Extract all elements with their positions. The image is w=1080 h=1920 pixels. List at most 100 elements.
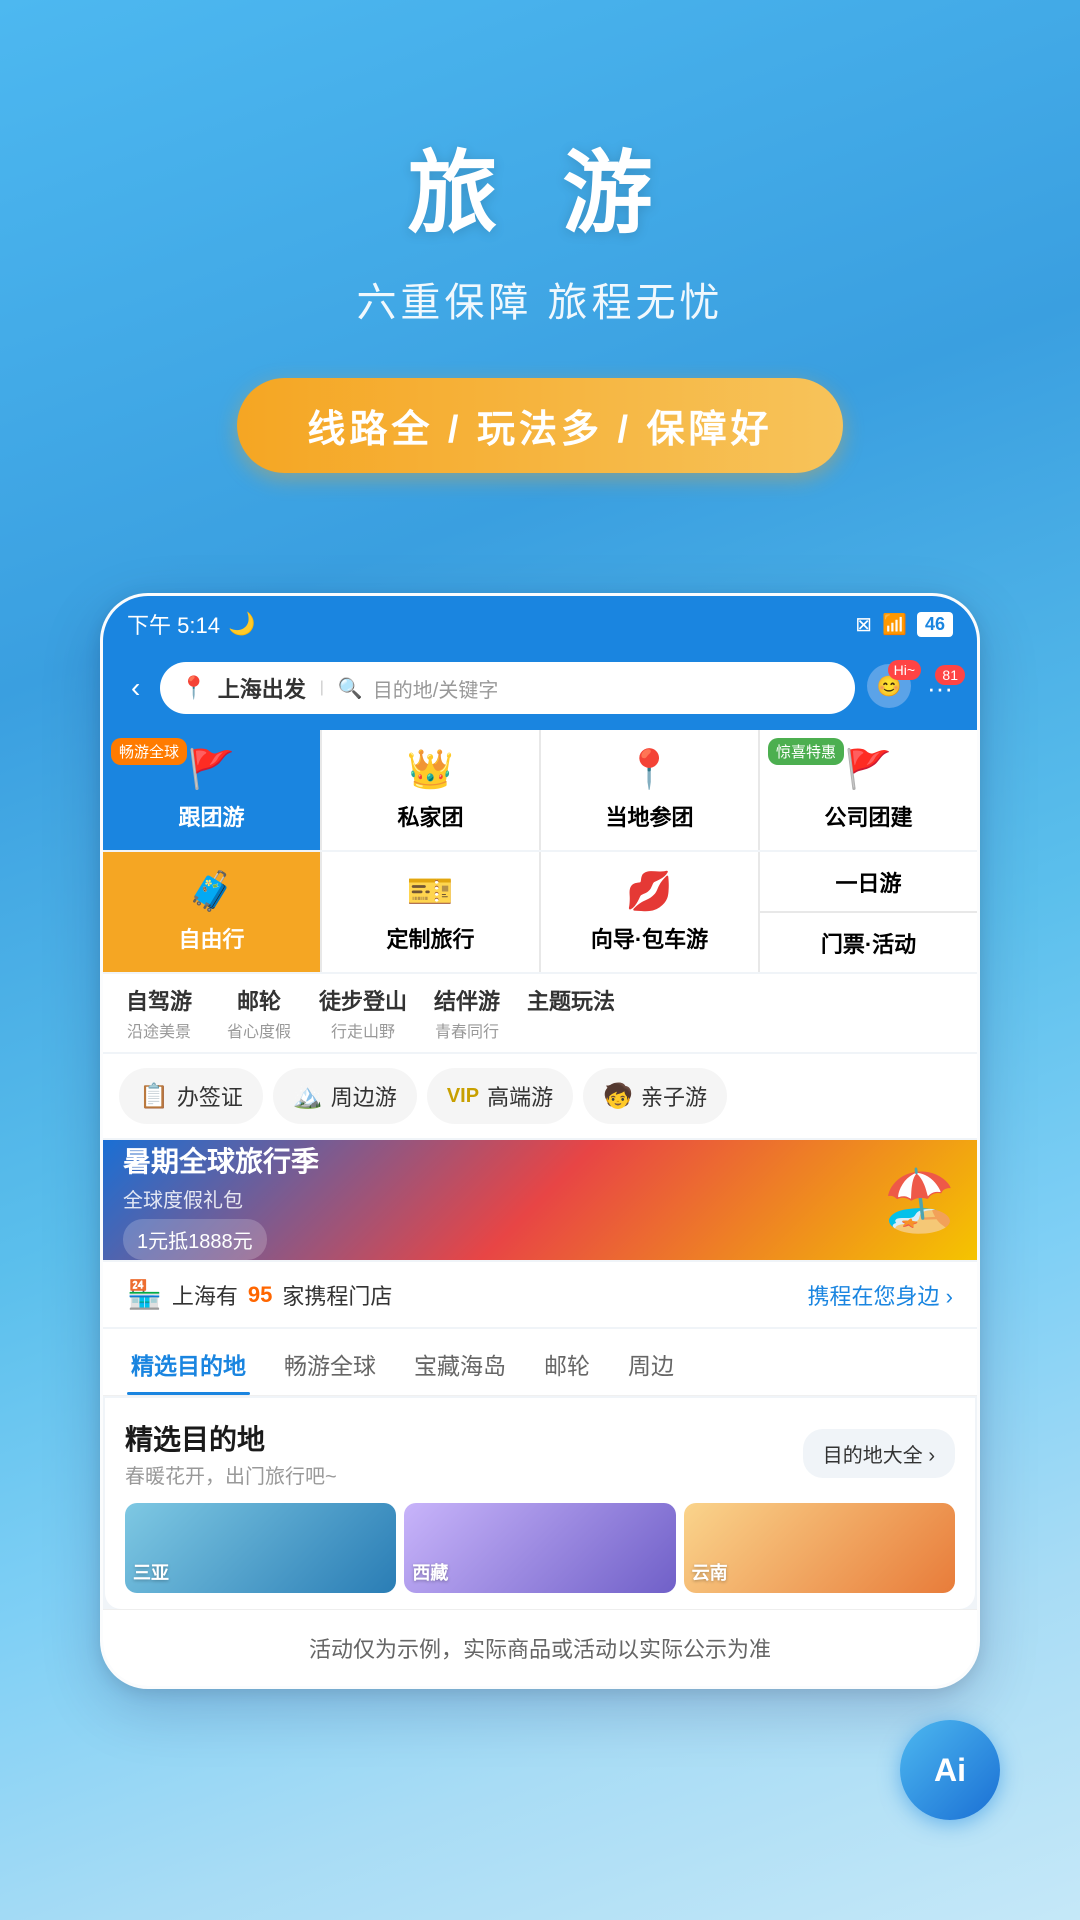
menu-local-tour[interactable]: 📍 当地参团 bbox=[541, 730, 758, 850]
dest-image-2[interactable]: 云南 bbox=[684, 1503, 955, 1593]
hiking-sub: 行走山野 bbox=[331, 1018, 395, 1042]
company-tour-label: 公司团建 bbox=[824, 800, 912, 832]
free-travel-icon: 🧳 bbox=[188, 870, 235, 914]
menu-grid-row2: 🧳 自由行 🎫 定制旅行 💋 向导·包车游 一日游 门票·活动 bbox=[103, 852, 977, 972]
self-drive-label: 自驾游 bbox=[126, 984, 192, 1016]
dest-images-grid: 三亚 西藏 云南 bbox=[125, 1503, 955, 1593]
company-tour-badge: 惊喜特惠 bbox=[768, 738, 844, 765]
tabs-row: 精选目的地 畅游全球 宝藏海岛 邮轮 周边 bbox=[103, 1329, 977, 1396]
store-icon: 🏪 bbox=[127, 1278, 162, 1311]
nearby-icon: 🏔️ bbox=[293, 1082, 323, 1111]
third-item-self-drive[interactable]: 自驾游 沿途美景 bbox=[119, 984, 199, 1042]
cruise-sub: 省心度假 bbox=[227, 1018, 291, 1042]
day-tour-label: 一日游 bbox=[835, 866, 901, 898]
dest-card-title: 精选目的地 bbox=[125, 1418, 337, 1458]
menu-group-tour[interactable]: 畅游全球 🚩 跟团游 bbox=[103, 730, 320, 850]
menu-private-tour[interactable]: 👑 私家团 bbox=[322, 730, 539, 850]
private-tour-icon: 👑 bbox=[407, 748, 454, 792]
third-item-theme[interactable]: 主题玩法 bbox=[527, 984, 615, 1042]
banner-title: 暑期全球旅行季 bbox=[123, 1140, 882, 1180]
custom-travel-label: 定制旅行 bbox=[386, 922, 474, 954]
banner-illustration: 🏖️ bbox=[882, 1165, 957, 1236]
third-item-hiking[interactable]: 徒步登山 行走山野 bbox=[319, 984, 407, 1042]
menu-guide-bus[interactable]: 💋 向导·包车游 bbox=[541, 852, 758, 972]
dest-all-button[interactable]: 目的地大全 › bbox=[803, 1429, 955, 1478]
dest-card-title-area: 精选目的地 春暖花开，出门旅行吧~ bbox=[125, 1418, 337, 1489]
visa-icon: 📋 bbox=[139, 1082, 169, 1111]
tab-global-tour[interactable]: 畅游全球 bbox=[280, 1329, 380, 1395]
dest-label-0: 三亚 bbox=[133, 1559, 169, 1585]
hero-badge[interactable]: 线路全 / 玩法多 / 保障好 bbox=[237, 378, 842, 473]
moon-icon: 🌙 bbox=[228, 611, 255, 637]
luxury-label: 高端游 bbox=[487, 1080, 553, 1112]
family-icon: 🧒 bbox=[603, 1082, 633, 1111]
menu-tickets[interactable]: 门票·活动 bbox=[760, 913, 977, 972]
search-bar-area: ‹ 📍 上海出发 | 🔍 目的地/关键字 😊 Hi~ ··· 81 bbox=[103, 652, 977, 730]
phone-frame: 下午 5:14 🌙 ⊠ 📶 46 ‹ 📍 上海出发 | 🔍 目的地/关键字 bbox=[100, 593, 980, 1689]
menu-grid-row1: 畅游全球 🚩 跟团游 👑 私家团 📍 当地参团 惊喜特惠 🚩 公司团建 bbox=[103, 730, 977, 850]
companion-label: 结伴游 bbox=[434, 984, 500, 1016]
menu-day-tour[interactable]: 一日游 bbox=[760, 852, 977, 911]
store-count: 95 bbox=[248, 1282, 272, 1308]
banner-coupon: 1元抵1888元 bbox=[123, 1219, 267, 1260]
third-row: 自驾游 沿途美景 邮轮 省心度假 徒步登山 行走山野 结伴游 青春同行 主题玩法 bbox=[103, 974, 977, 1052]
avatar-button[interactable]: 😊 Hi~ bbox=[867, 664, 915, 712]
hero-subtitle: 六重保障 旅程无忧 bbox=[40, 270, 1040, 328]
tab-cruise[interactable]: 邮轮 bbox=[540, 1329, 594, 1395]
tab-nearby[interactable]: 周边 bbox=[624, 1329, 678, 1395]
wifi-icon: 📶 bbox=[882, 612, 907, 637]
local-tour-icon: 📍 bbox=[626, 748, 673, 792]
service-nearby[interactable]: 🏔️ 周边游 bbox=[273, 1068, 417, 1124]
search-placeholder: 目的地/关键字 bbox=[373, 674, 499, 703]
back-button[interactable]: ‹ bbox=[123, 668, 148, 708]
status-bar: 下午 5:14 🌙 ⊠ 📶 46 bbox=[103, 596, 977, 652]
more-button[interactable]: ··· 81 bbox=[923, 669, 957, 708]
notification-badge: 81 bbox=[935, 665, 965, 685]
private-tour-label: 私家团 bbox=[397, 800, 463, 832]
tab-selected-dest[interactable]: 精选目的地 bbox=[127, 1329, 250, 1395]
theme-label: 主题玩法 bbox=[527, 984, 615, 1016]
ai-float-button[interactable]: Ai bbox=[900, 1720, 1000, 1820]
tab-island[interactable]: 宝藏海岛 bbox=[410, 1329, 510, 1395]
service-family[interactable]: 🧒 亲子游 bbox=[583, 1068, 727, 1124]
menu-company-tour[interactable]: 惊喜特惠 🚩 公司团建 bbox=[760, 730, 977, 850]
dest-label-2: 云南 bbox=[692, 1559, 728, 1585]
status-bar-left: 下午 5:14 🌙 bbox=[127, 608, 255, 640]
tickets-label: 门票·活动 bbox=[821, 927, 916, 959]
destination-card: 精选目的地 春暖花开，出门旅行吧~ 目的地大全 › 三亚 西藏 云南 bbox=[105, 1398, 975, 1609]
dest-image-0[interactable]: 三亚 bbox=[125, 1503, 396, 1593]
free-travel-label: 自由行 bbox=[178, 922, 244, 954]
summer-banner[interactable]: 暑期全球旅行季 全球度假礼包 1元抵1888元 🏖️ bbox=[103, 1140, 977, 1260]
group-tour-badge: 畅游全球 bbox=[111, 738, 187, 765]
store-link[interactable]: 携程在您身边 › bbox=[808, 1279, 953, 1311]
status-time: 下午 5:14 bbox=[127, 608, 220, 640]
service-luxury[interactable]: VIP 高端游 bbox=[427, 1068, 573, 1124]
menu-free-travel[interactable]: 🧳 自由行 bbox=[103, 852, 320, 972]
cruise-label: 邮轮 bbox=[237, 984, 281, 1016]
store-suffix: 家携程门店 bbox=[282, 1279, 392, 1311]
hero-title: 旅 游 bbox=[40, 120, 1040, 250]
vip-icon: VIP bbox=[447, 1085, 479, 1108]
hi-badge: Hi~ bbox=[888, 660, 921, 680]
store-row: 🏪 上海有 95 家携程门店 携程在您身边 › bbox=[103, 1262, 977, 1327]
ai-button-label: Ai bbox=[934, 1752, 966, 1789]
company-tour-icon: 🚩 bbox=[845, 748, 892, 792]
hero-section: 旅 游 六重保障 旅程无忧 线路全 / 玩法多 / 保障好 bbox=[0, 0, 1080, 533]
menu-custom-travel[interactable]: 🎫 定制旅行 bbox=[322, 852, 539, 972]
menu-split-col: 一日游 门票·活动 bbox=[760, 852, 977, 972]
third-item-cruise[interactable]: 邮轮 省心度假 bbox=[219, 984, 299, 1042]
nearby-label: 周边游 bbox=[331, 1080, 397, 1112]
third-item-companion[interactable]: 结伴游 青春同行 bbox=[427, 984, 507, 1042]
group-tour-icon: 🚩 bbox=[188, 748, 235, 792]
search-from-city: 上海出发 bbox=[218, 672, 306, 704]
store-prefix: 上海有 bbox=[172, 1279, 238, 1311]
battery-icon: 46 bbox=[917, 612, 953, 637]
search-input-box[interactable]: 📍 上海出发 | 🔍 目的地/关键字 bbox=[160, 662, 855, 714]
fourth-row: 📋 办签证 🏔️ 周边游 VIP 高端游 🧒 亲子游 bbox=[103, 1054, 977, 1138]
search-magnifier-icon: 🔍 bbox=[338, 676, 363, 701]
dest-label-1: 西藏 bbox=[412, 1559, 448, 1585]
service-visa[interactable]: 📋 办签证 bbox=[119, 1068, 263, 1124]
hiking-label: 徒步登山 bbox=[319, 984, 407, 1016]
dest-image-1[interactable]: 西藏 bbox=[404, 1503, 675, 1593]
self-drive-sub: 沿途美景 bbox=[127, 1018, 191, 1042]
